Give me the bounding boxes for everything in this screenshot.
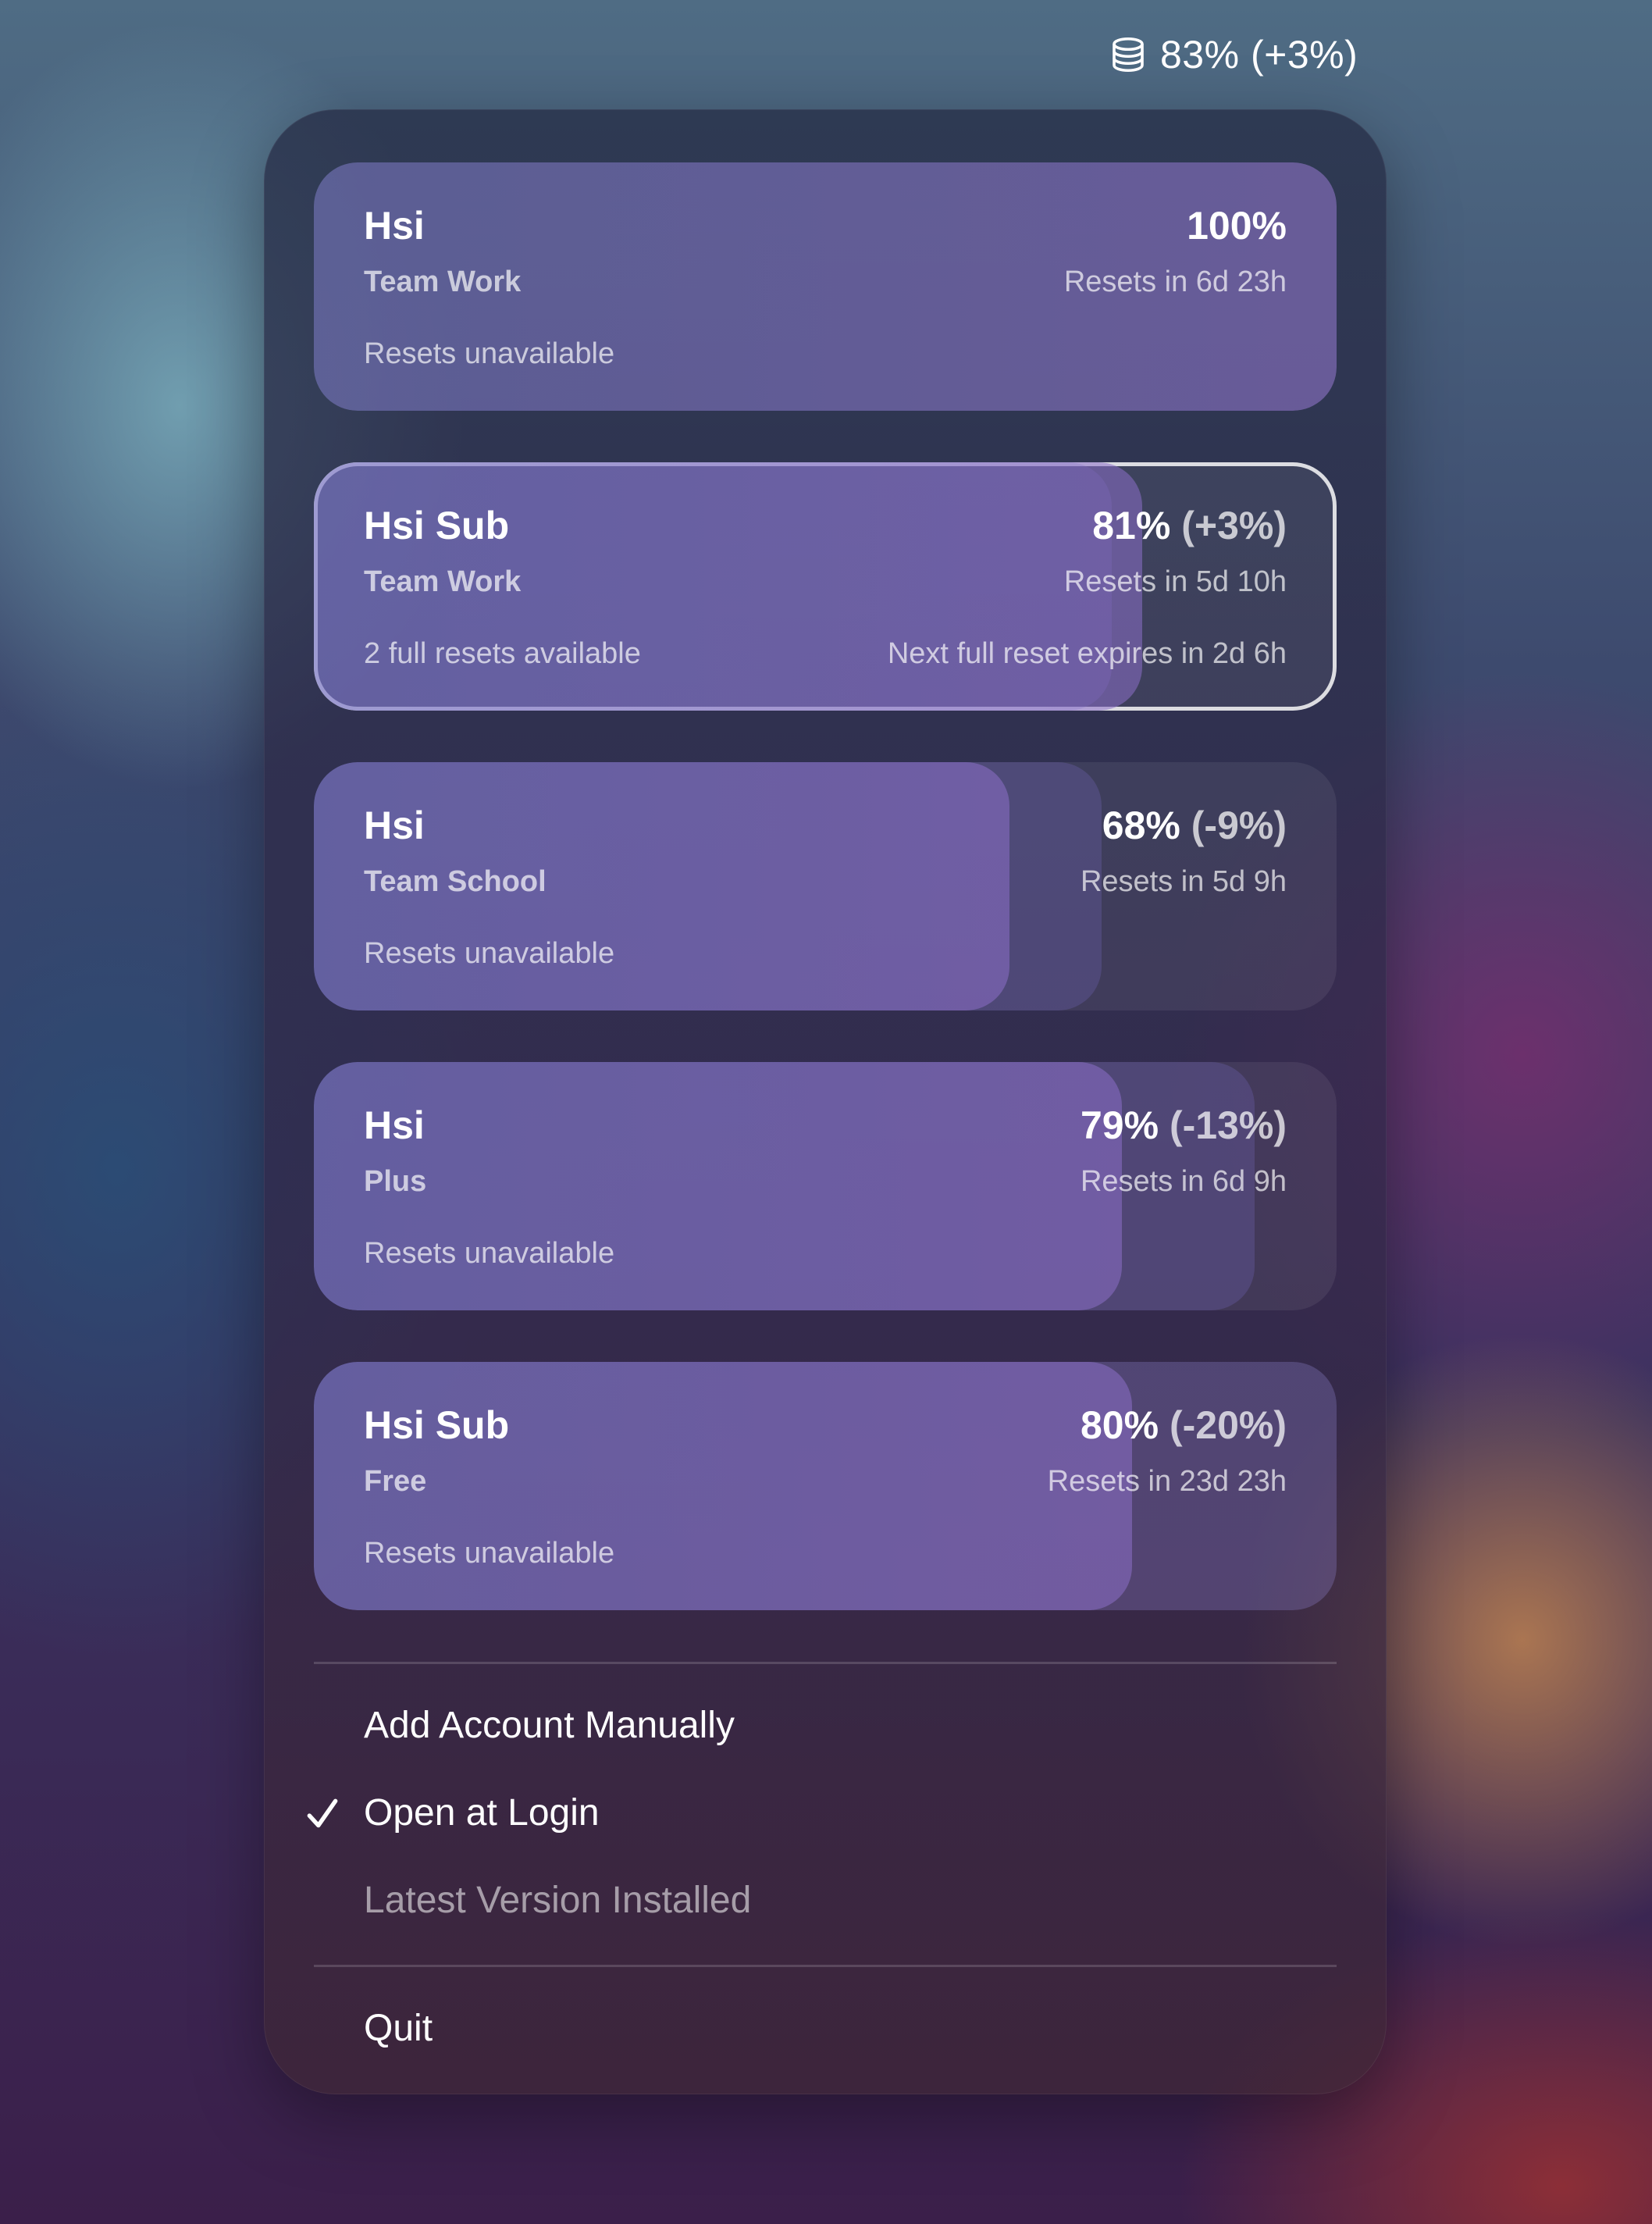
latest-version-menu-item: Latest Version Installed [364,1880,752,1921]
menu-divider [314,1965,1337,1967]
account-card[interactable]: Hsi 79% (-13%) Plus Resets in 6d 9h Rese… [314,1062,1337,1310]
add-account-menu-item[interactable]: Add Account Manually [364,1704,735,1747]
coins-stack-icon [1107,34,1149,76]
usage-delta: (-13%) [1169,1103,1287,1147]
account-name: Hsi [364,804,425,847]
open-at-login-menu-item[interactable]: Open at Login [364,1791,600,1834]
resets-available: Resets unavailable [364,337,615,370]
account-card[interactable]: Hsi Sub 80% (-20%) Free Resets in 23d 23… [314,1362,1337,1610]
resets-in: Resets in 6d 23h [1063,266,1287,298]
account-plan: Free [364,1465,427,1498]
quit-menu-item[interactable]: Quit [364,2007,433,2050]
status-usage-text: 83% (+3%) [1160,33,1358,77]
next-reset-expiry: Next full reset expires in 2d 6h [887,637,1287,670]
resets-available: Resets unavailable [364,937,615,970]
menu-divider [314,1662,1337,1664]
account-name: Hsi [364,204,425,248]
usage-percent: 81% (+3%) [1092,504,1287,547]
resets-available: Resets unavailable [364,1537,615,1570]
account-plan: Team School [364,865,547,898]
checkmark-icon [307,1798,338,1828]
usage-delta: (-20%) [1169,1403,1287,1447]
usage-percent: 100% [1187,204,1287,248]
account-plan: Team Work [364,266,522,298]
usage-percent: 79% (-13%) [1080,1103,1287,1147]
usage-delta: (-9%) [1191,804,1287,847]
account-card[interactable]: Hsi 100% Team Work Resets in 6d 23h Rese… [314,162,1337,411]
account-plan: Team Work [364,565,522,598]
account-name: Hsi Sub [364,504,510,547]
menubar-status-item[interactable]: 83% (+3%) [1107,27,1358,83]
account-plan: Plus [364,1165,427,1198]
usage-delta: (+3%) [1181,504,1287,547]
resets-in: Resets in 5d 10h [1063,565,1287,598]
account-card-selected[interactable]: Hsi Sub 81% (+3%) Team Work Resets in 5d… [314,462,1337,711]
account-card[interactable]: Hsi 68% (-9%) Team School Resets in 5d 9… [314,762,1337,1010]
usage-percent: 68% (-9%) [1102,804,1287,847]
resets-available: Resets unavailable [364,1237,615,1270]
usage-percent: 80% (-20%) [1080,1403,1287,1447]
account-name: Hsi [364,1103,425,1147]
menu-panel: Hsi 100% Team Work Resets in 6d 23h Rese… [264,109,1387,2094]
resets-in: Resets in 5d 9h [1080,865,1287,898]
resets-available: 2 full resets available [364,637,641,670]
account-name: Hsi Sub [364,1403,510,1447]
resets-in: Resets in 23d 23h [1047,1465,1287,1498]
resets-in: Resets in 6d 9h [1080,1165,1287,1198]
